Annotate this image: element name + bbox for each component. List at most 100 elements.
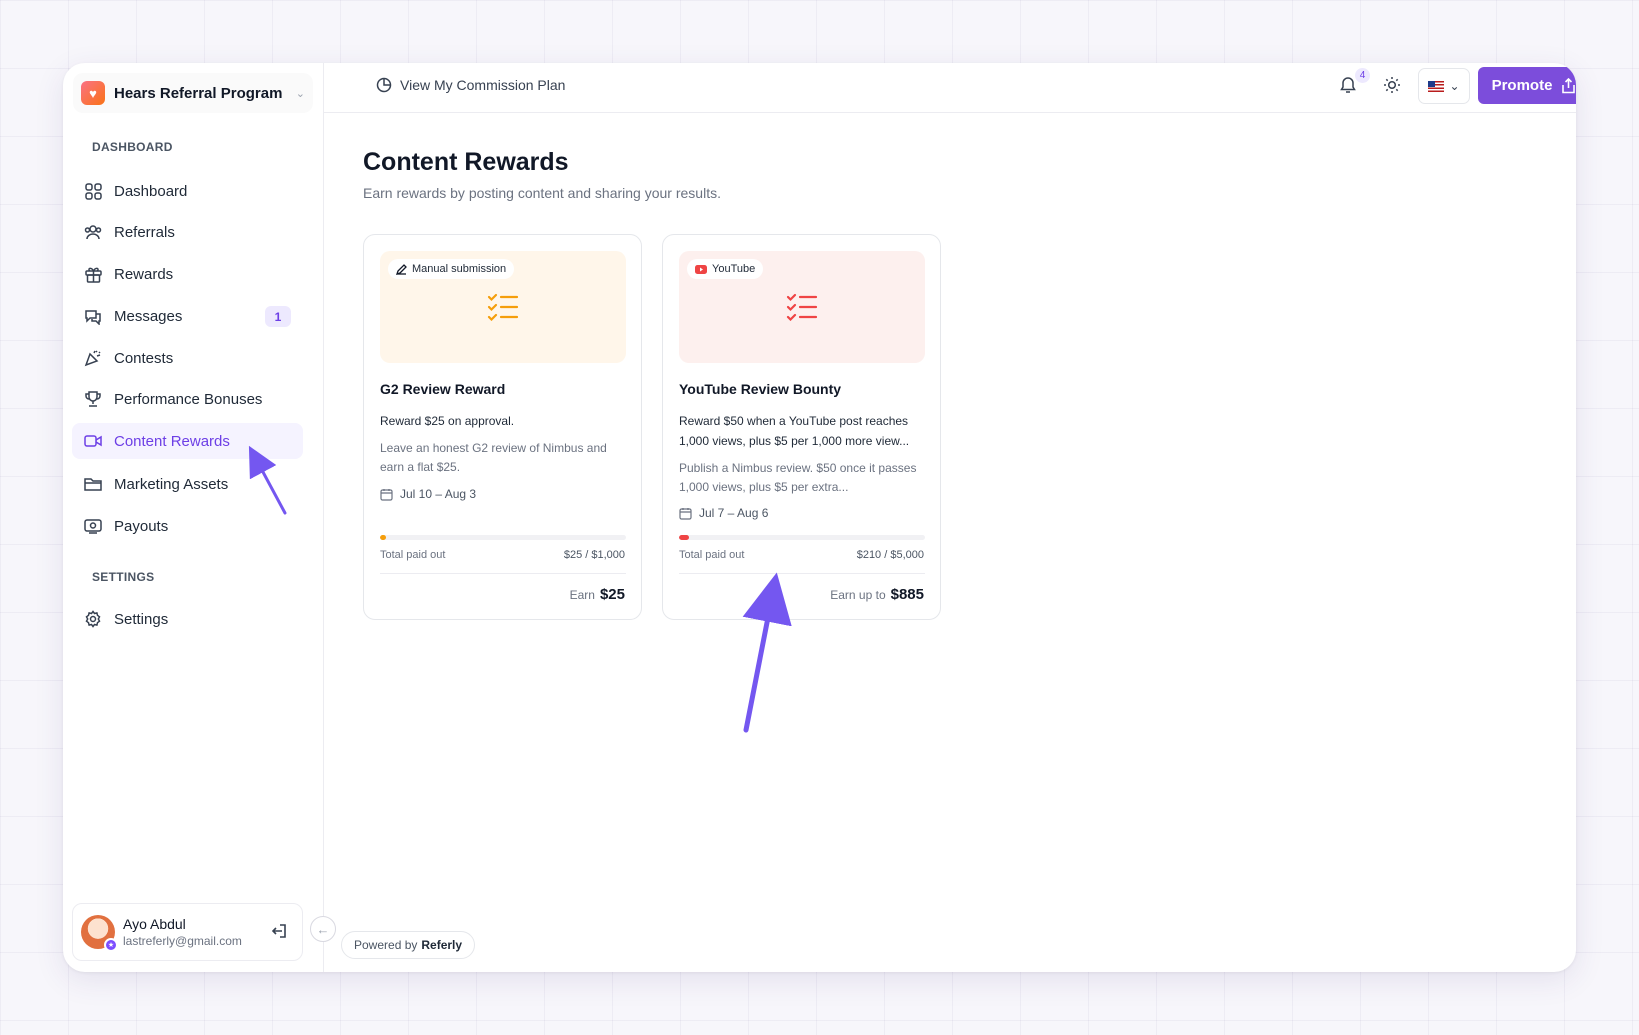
sidebar-item-label: Marketing Assets <box>114 475 229 493</box>
theme-toggle-button[interactable] <box>1383 76 1401 99</box>
checklist-icon <box>786 293 818 321</box>
card-date-label: Jul 7 – Aug 6 <box>699 506 769 520</box>
sidebar-item-label: Messages <box>114 307 183 325</box>
card-description: Publish a Nimbus review. $50 once it pas… <box>679 461 917 494</box>
program-name: Hears Referral Program <box>114 84 283 102</box>
card-banner: Manual submission <box>380 251 626 363</box>
avatar: ★ <box>81 915 118 952</box>
user-profile-card[interactable]: ★ Ayo Abdul lastreferly@gmail.com <box>72 903 303 961</box>
reward-card-youtube[interactable]: YouTube YouTube Review Bounty Reward $50… <box>662 234 941 620</box>
earn-amount: $885 <box>890 586 924 603</box>
sidebar-item-messages[interactable]: Messages 1 <box>72 298 303 334</box>
grid-icon <box>84 182 102 200</box>
card-date-range: Jul 10 – Aug 3 <box>380 487 476 501</box>
card-tag: YouTube <box>687 259 764 279</box>
gear-icon <box>84 610 102 628</box>
bell-icon <box>1340 77 1356 93</box>
sidebar-item-label: Rewards <box>114 265 174 283</box>
payout-progress-bar <box>380 535 626 540</box>
payout-progress-fill <box>679 535 690 540</box>
program-switcher[interactable]: ♥ Hears Referral Program ⌄ <box>73 73 313 113</box>
app-window: ♥ Hears Referral Program ⌄ DASHBOARD Das… <box>63 63 1576 972</box>
view-commission-plan-link[interactable]: View My Commission Plan <box>376 77 565 93</box>
us-flag-icon <box>1428 80 1445 92</box>
payout-progress-fill <box>380 535 387 540</box>
chevron-down-icon: ⌄ <box>295 87 305 100</box>
calendar-icon <box>679 507 692 520</box>
user-email: lastreferly@gmail.com <box>123 934 242 948</box>
party-icon <box>84 349 102 367</box>
card-date-label: Jul 10 – Aug 3 <box>400 487 477 501</box>
earn-prefix: Earn up to <box>830 588 886 602</box>
checklist-icon <box>487 293 519 321</box>
sidebar-item-content-rewards[interactable]: Content Rewards <box>72 423 303 459</box>
sidebar-item-referrals[interactable]: Referrals <box>72 214 303 250</box>
notifications-button[interactable]: 4 <box>1339 68 1370 99</box>
chevron-down-icon: ⌄ <box>1449 79 1460 93</box>
paid-out-label: Total paid out <box>380 549 446 561</box>
sidebar-item-payouts[interactable]: Payouts <box>72 508 303 544</box>
card-description: Leave an honest G2 review of Nimbus and … <box>380 441 607 474</box>
divider <box>679 573 925 574</box>
language-selector[interactable]: ⌄ <box>1418 68 1470 104</box>
card-date-range: Jul 7 – Aug 6 <box>679 506 768 520</box>
paid-out-label: Total paid out <box>679 549 745 561</box>
gift-icon <box>84 265 102 283</box>
verified-badge-icon: ★ <box>104 938 118 952</box>
sidebar-item-label: Performance Bonuses <box>114 390 263 408</box>
paid-out-value: $25 / $1,000 <box>563 549 625 561</box>
section-label-dashboard: DASHBOARD <box>92 140 173 154</box>
sidebar-item-label: Settings <box>114 610 169 628</box>
earn-amount: $25 <box>599 586 625 603</box>
sidebar: ♥ Hears Referral Program ⌄ DASHBOARD Das… <box>63 63 324 972</box>
commission-link-label: View My Commission Plan <box>400 77 566 93</box>
folder-icon <box>84 475 102 493</box>
video-icon <box>84 432 102 450</box>
payout-progress-bar <box>679 535 925 540</box>
messages-count-badge: 1 <box>265 306 291 327</box>
sidebar-item-label: Contests <box>114 349 174 367</box>
card-title: YouTube Review Bounty <box>679 381 842 397</box>
divider <box>380 573 626 574</box>
main-content: Content Rewards Earn rewards by posting … <box>324 114 1576 972</box>
card-tag-label: Manual submission <box>412 263 507 275</box>
card-reward: Reward $50 when a YouTube post reaches 1… <box>679 414 910 448</box>
powered-by-badge[interactable]: Powered by Referly <box>341 931 476 959</box>
sidebar-item-label: Payouts <box>114 517 169 535</box>
share-icon <box>1562 77 1576 93</box>
sidebar-item-performance-bonuses[interactable]: Performance Bonuses <box>72 381 303 417</box>
paid-out-value: $210 / $5,000 <box>856 549 924 561</box>
sidebar-item-label: Dashboard <box>114 182 188 200</box>
card-reward: Reward $25 on approval. <box>380 414 515 428</box>
card-title: G2 Review Reward <box>380 381 506 397</box>
section-label-settings: SETTINGS <box>92 570 155 584</box>
wallet-icon <box>84 517 102 535</box>
reward-card-g2[interactable]: Manual submission G2 Review Reward Rewar… <box>363 234 642 620</box>
earn-prefix: Earn <box>569 588 595 602</box>
page-subtitle: Earn rewards by posting content and shar… <box>363 185 721 201</box>
page-title: Content Rewards <box>363 148 569 176</box>
powered-brand: Referly <box>421 938 463 952</box>
logout-icon[interactable] <box>270 922 288 945</box>
users-icon <box>84 223 102 241</box>
trophy-icon <box>84 390 102 408</box>
earn-summary: Earn up to $885 <box>830 586 924 603</box>
edit-icon <box>396 263 407 275</box>
calendar-icon <box>380 488 393 501</box>
chat-icon <box>84 307 102 325</box>
sidebar-item-label: Referrals <box>114 223 175 241</box>
promote-button[interactable]: Promote <box>1478 67 1576 104</box>
card-tag: Manual submission <box>388 259 515 279</box>
powered-prefix: Powered by <box>354 938 418 952</box>
notification-count-badge: 4 <box>1355 68 1370 83</box>
card-banner: YouTube <box>679 251 925 363</box>
sidebar-item-label: Content Rewards <box>114 432 230 450</box>
user-name: Ayo Abdul <box>123 916 186 932</box>
sidebar-item-dashboard[interactable]: Dashboard <box>72 173 303 209</box>
heart-logo-icon: ♥ <box>81 81 105 105</box>
card-tag-label: YouTube <box>712 263 756 275</box>
sidebar-item-settings[interactable]: Settings <box>72 601 303 637</box>
sidebar-item-marketing-assets[interactable]: Marketing Assets <box>72 466 303 502</box>
sidebar-item-contests[interactable]: Contests <box>72 340 303 376</box>
sidebar-item-rewards[interactable]: Rewards <box>72 256 303 292</box>
